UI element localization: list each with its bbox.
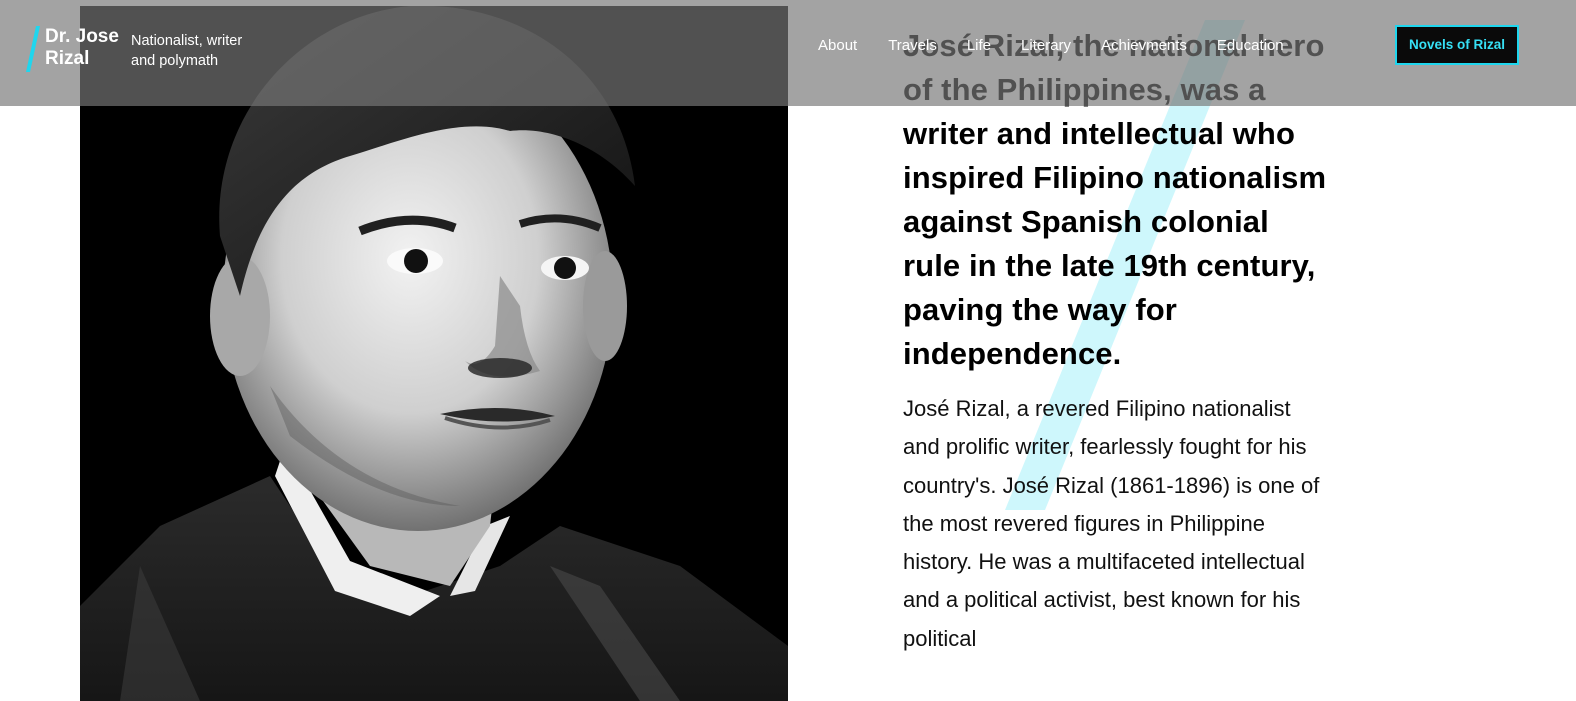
- rizal-portrait: [80, 6, 788, 701]
- main-nav: About Travels Life Literary Achievments …: [818, 36, 1284, 56]
- intro-body: José Rizal, a revered Filipino nationali…: [903, 396, 1320, 651]
- novels-of-rizal-button[interactable]: Novels of Rizal: [1395, 25, 1519, 65]
- slash-mark-icon: [26, 26, 40, 72]
- site-header: Dr. Jose Rizal Nationalist, writer and p…: [0, 0, 1576, 106]
- brand[interactable]: Dr. Jose Rizal Nationalist, writer and p…: [26, 26, 259, 72]
- nav-item-life[interactable]: Life: [967, 36, 991, 56]
- page: José Rizal, the national hero of the Phi…: [0, 0, 1576, 701]
- intro-section: José Rizal, the national hero of the Phi…: [903, 24, 1333, 658]
- nav-item-literary[interactable]: Literary: [1021, 36, 1071, 56]
- site-title[interactable]: Dr. Jose Rizal: [45, 26, 125, 70]
- nav-item-about[interactable]: About: [818, 36, 857, 56]
- site-tagline: Nationalist, writer and polymath: [131, 33, 243, 69]
- nav-item-achievments[interactable]: Achievments: [1101, 36, 1187, 56]
- nav-item-education[interactable]: Education: [1217, 36, 1284, 56]
- nav-item-travels[interactable]: Travels: [888, 36, 937, 56]
